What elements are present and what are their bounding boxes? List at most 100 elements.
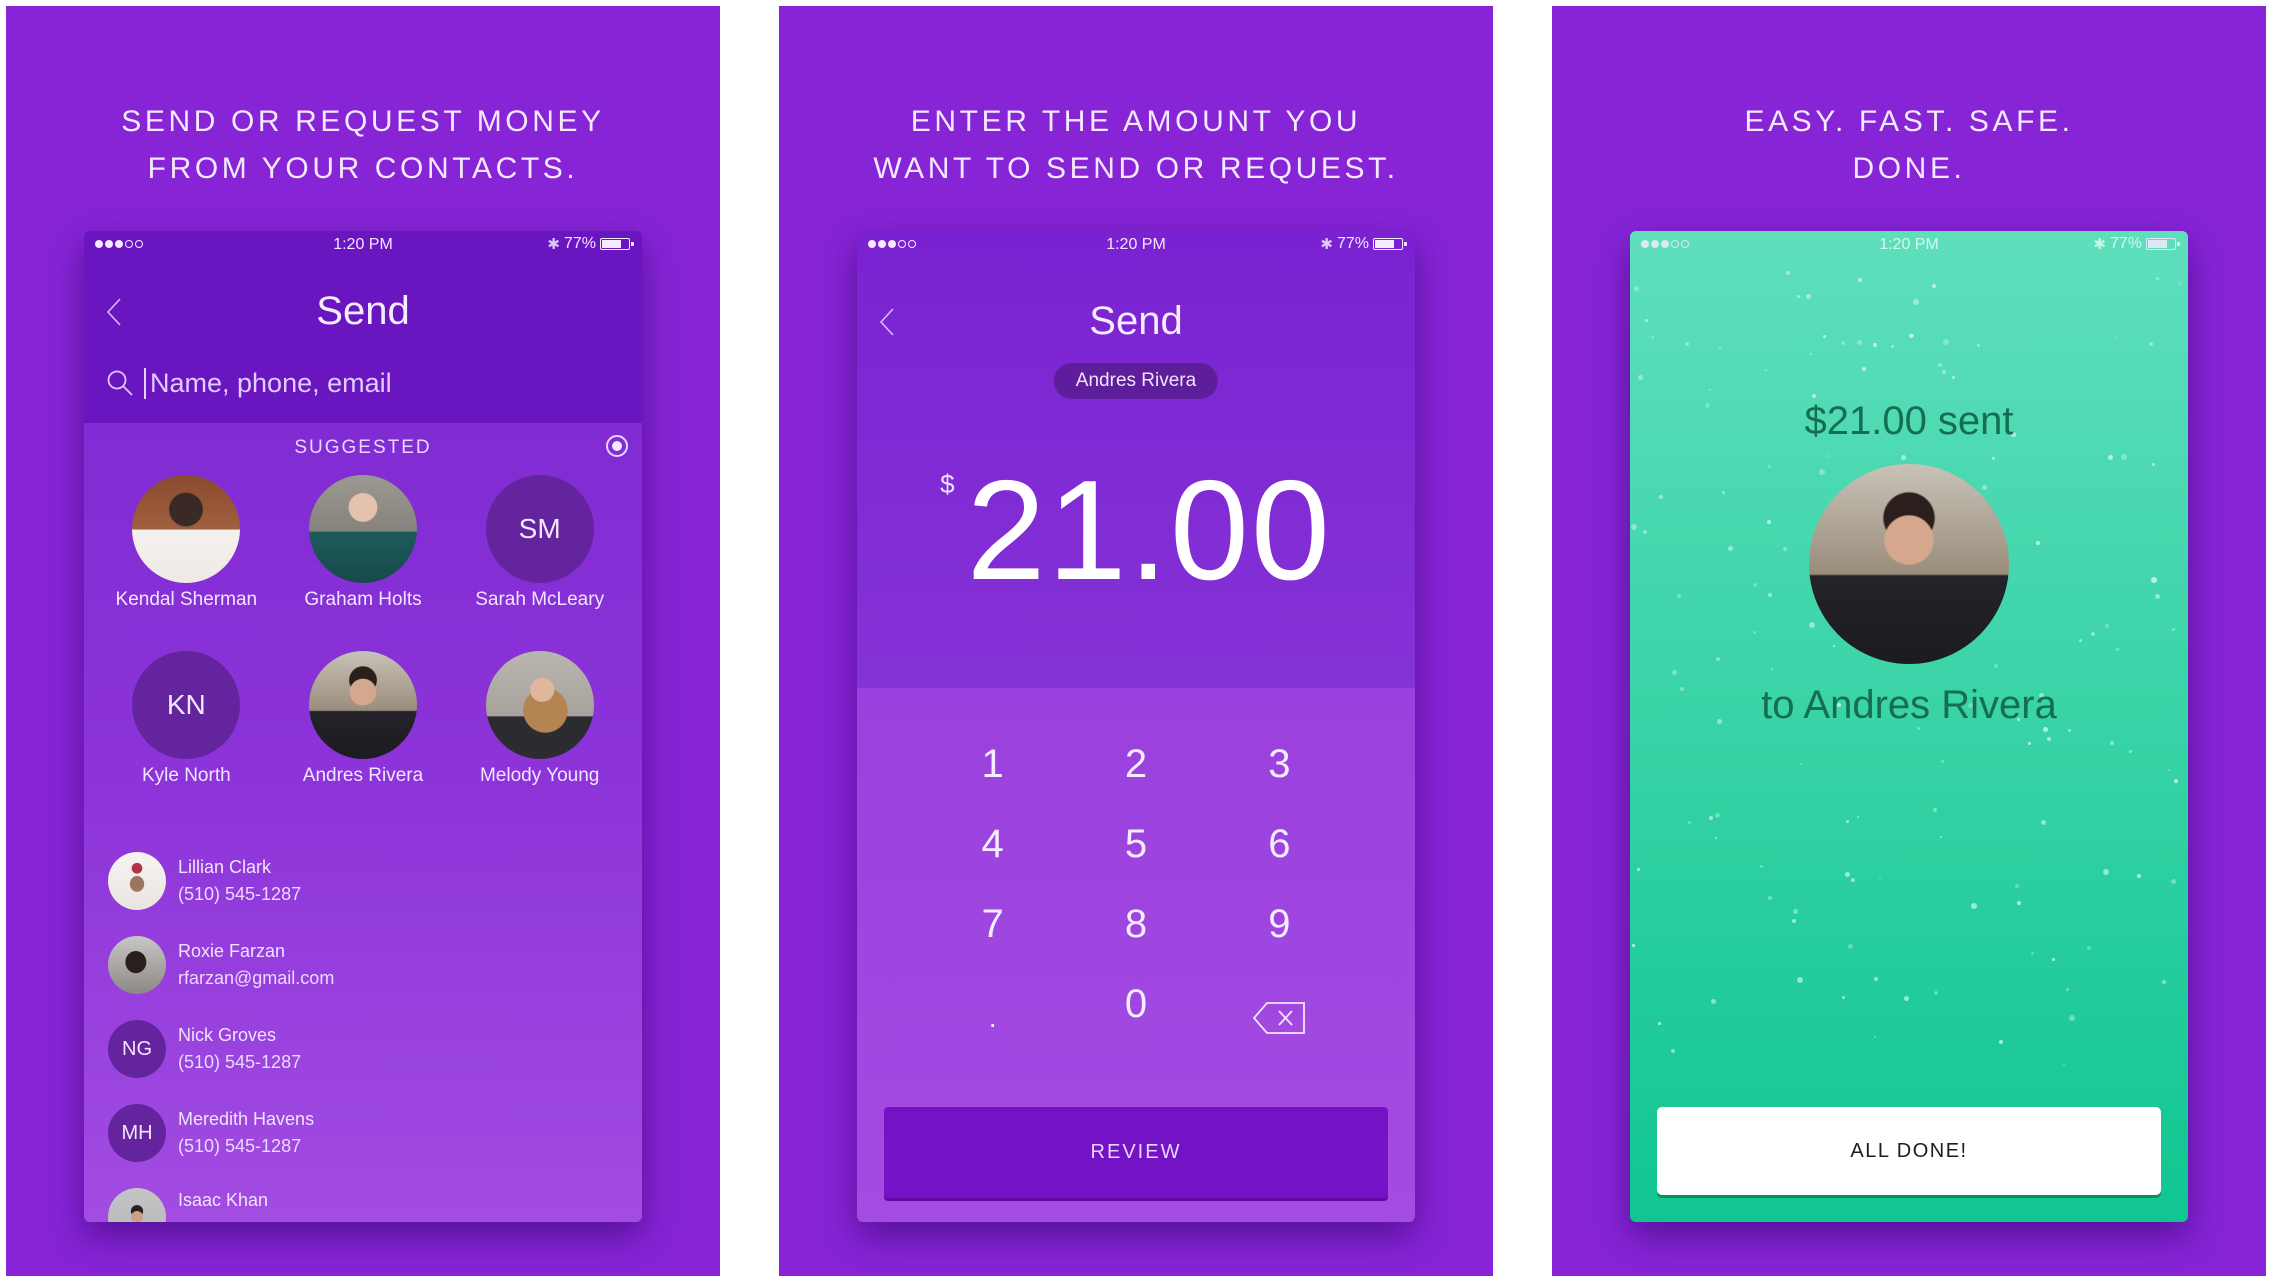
confetti-dot: [1800, 763, 1802, 765]
search-icon: [107, 370, 133, 396]
list-item[interactable]: MH Meredith Havens (510) 545-1287: [108, 1103, 628, 1163]
key-2[interactable]: 2: [1064, 734, 1207, 794]
confetti-dot: [2063, 1064, 2065, 1066]
caption: EASY. FAST. SAFE. DONE.: [1552, 98, 2266, 192]
phone-screen-amount: 1:20 PM ✱ 77% Send Andres Rivera $21.00 …: [857, 231, 1415, 1222]
confetti-dot: [1826, 455, 1828, 457]
confetti-dot: [1651, 336, 1654, 339]
caption: SEND OR REQUEST MONEY FROM YOUR CONTACTS…: [6, 98, 720, 192]
confetti-dot: [2172, 628, 2175, 631]
confetti-dot: [1637, 868, 1640, 871]
suggested-contact[interactable]: KN Kyle North: [98, 651, 275, 787]
review-button[interactable]: REVIEW: [884, 1107, 1388, 1198]
confetti-dot: [2066, 988, 2069, 991]
key-3[interactable]: 3: [1208, 734, 1351, 794]
list-item[interactable]: NG Nick Groves (510) 545-1287: [108, 1019, 628, 1079]
confetti-dot: [2110, 741, 2114, 745]
confetti-dot: [1823, 335, 1826, 338]
list-item[interactable]: Roxie Farzan rfarzan@gmail.com: [108, 935, 628, 995]
backspace-button[interactable]: [1208, 974, 1351, 1048]
confetti-dot: [1658, 1022, 1661, 1025]
confetti-dot: [1943, 339, 1949, 345]
confetti-dot: [1858, 278, 1862, 282]
key-decimal[interactable]: .: [921, 974, 1064, 1048]
suggested-contact[interactable]: SM Sarah McLeary: [451, 475, 628, 611]
recipient-avatar: [1809, 464, 2009, 664]
caption-line: EASY. FAST. SAFE.: [1744, 105, 2074, 138]
confetti-dot: [1941, 760, 1944, 763]
key-1[interactable]: 1: [921, 734, 1064, 794]
confetti-dot: [1728, 546, 1733, 551]
key-7[interactable]: 7: [921, 894, 1064, 954]
status-bar: 1:20 PM ✱ 77%: [1630, 231, 2188, 259]
bluetooth-icon: ✱: [1320, 236, 1333, 253]
contact-detail: (510) 545-1287: [178, 1052, 302, 1072]
confetti-dot: [1911, 334, 1914, 337]
suggested-contact[interactable]: Graham Holts: [275, 475, 452, 611]
battery-icon: [2146, 238, 2180, 250]
confetti-dot: [1685, 342, 1689, 346]
confetti-dot: [1891, 345, 1894, 348]
confetti-dot: [1901, 455, 1906, 460]
caption-line: FROM YOUR CONTACTS.: [147, 152, 579, 185]
confetti-dot: [1645, 319, 1648, 322]
avatar: [108, 1188, 166, 1222]
confetti-dot: [1768, 465, 1771, 468]
confetti-dot: [2091, 632, 2095, 636]
all-done-button[interactable]: ALL DONE!: [1657, 1107, 2161, 1195]
confetti-dot: [1688, 821, 1691, 824]
search-bar[interactable]: [106, 365, 620, 401]
confetti-dot: [1792, 919, 1796, 923]
avatar-initials: KN: [132, 651, 241, 759]
confetti-dot: [1786, 271, 1790, 275]
confetti-dot: [1874, 977, 1878, 981]
caption-line: WANT TO SEND OR REQUEST.: [873, 152, 1399, 185]
phone-screen-contacts: 1:20 PM ✱ 77% Send SUGGESTED Kendal Sher…: [84, 231, 642, 1222]
list-item[interactable]: Lillian Clark (510) 545-1287: [108, 851, 628, 911]
confetti-dot: [1797, 295, 1800, 298]
confetti-dot: [1719, 347, 1721, 349]
keypad: 1 2 3 4 5 6 7 8 9 . 0: [857, 734, 1415, 1048]
key-8[interactable]: 8: [1064, 894, 1207, 954]
confetti-dot: [1793, 909, 1798, 914]
contact-name: Lillian Clark: [178, 857, 272, 877]
confetti-dot: [2069, 1015, 2075, 1021]
confetti-dot: [2087, 946, 2091, 950]
phone-screen-success: 1:20 PM ✱ 77% $21.00 sent to Andres Rive…: [1630, 231, 2188, 1222]
caption-line: SEND OR REQUEST MONEY: [121, 105, 605, 138]
page-title: Send: [1089, 299, 1183, 343]
confetti-dot: [1638, 375, 1643, 380]
search-input[interactable]: [144, 367, 570, 399]
suggested-contact[interactable]: Kendal Sherman: [98, 475, 275, 611]
avatar: [132, 475, 241, 583]
suggested-grid: Kendal Sherman Graham Holts SM Sarah McL…: [98, 475, 628, 787]
confetti-dot: [1753, 631, 1756, 634]
confetti-dot: [1971, 903, 1977, 909]
key-9[interactable]: 9: [1208, 894, 1351, 954]
key-6[interactable]: 6: [1208, 814, 1351, 874]
confetti-dot: [2152, 463, 2155, 466]
list-item[interactable]: Isaac Khan: [108, 1187, 628, 1222]
confetti-dot: [1857, 816, 1859, 818]
avatar: [485, 651, 594, 759]
key-4[interactable]: 4: [921, 814, 1064, 874]
key-0[interactable]: 0: [1064, 974, 1207, 1034]
key-5[interactable]: 5: [1064, 814, 1207, 874]
recipient-chip[interactable]: Andres Rivera: [1053, 363, 1219, 399]
confetti-dot: [1797, 977, 1803, 983]
suggested-contact[interactable]: Melody Young: [451, 651, 628, 787]
battery-icon: [1373, 238, 1407, 250]
confetti-dot: [1845, 872, 1850, 877]
battery-icon: [600, 238, 634, 250]
confetti-dot: [2179, 282, 2182, 285]
caption-line: ENTER THE AMOUNT YOU: [910, 105, 1362, 138]
confetti-dot: [1768, 896, 1772, 900]
radio-toggle[interactable]: [606, 435, 628, 457]
suggested-contact[interactable]: Andres Rivera: [275, 651, 452, 787]
amount-value: 21.00: [966, 451, 1332, 610]
confetti-dot: [2041, 820, 2046, 825]
amount-display: $21.00: [857, 449, 1415, 613]
confetti-dot: [1851, 878, 1855, 882]
confetti-dot: [2103, 869, 2109, 875]
confetti-dot: [2155, 594, 2160, 599]
